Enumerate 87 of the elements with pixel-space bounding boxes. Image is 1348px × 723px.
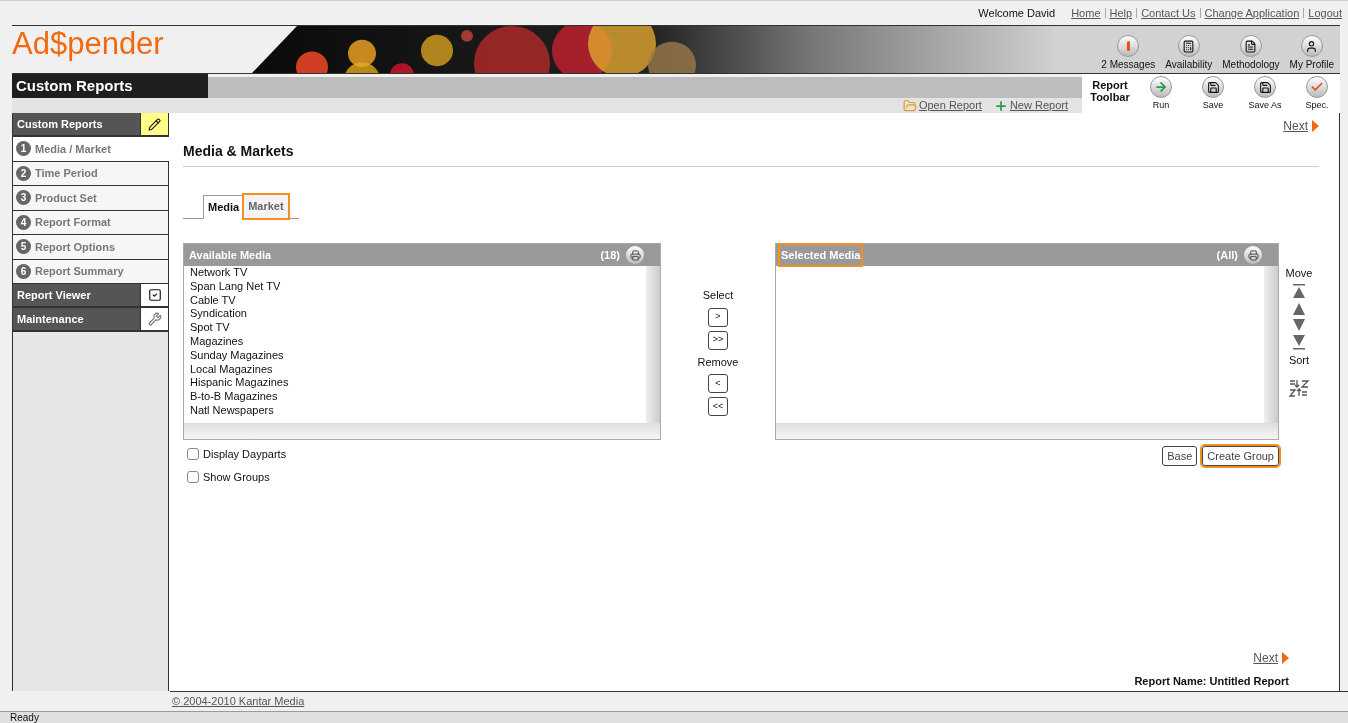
group-button[interactable]: Base xyxy=(1162,446,1198,466)
wrench-icon xyxy=(147,312,162,326)
list-item[interactable]: Spot TV xyxy=(190,321,646,335)
sidebar-step[interactable]: 6 Report Summary xyxy=(13,259,168,284)
remove-label: Remove xyxy=(697,354,739,370)
list-item[interactable]: Cable TV xyxy=(190,293,646,308)
select-label: Select xyxy=(702,288,734,303)
transfer-button[interactable]: << xyxy=(708,397,728,416)
section-icon-box[interactable] xyxy=(140,284,168,306)
toolbar-button[interactable]: Run xyxy=(1138,76,1184,111)
header-tool-button[interactable]: 2 Messages xyxy=(1101,35,1156,71)
header-link[interactable]: Help xyxy=(1109,4,1133,22)
header-link[interactable]: Contact Us xyxy=(1141,4,1196,22)
move-top-icon[interactable] xyxy=(1293,283,1305,299)
play-arrow-icon xyxy=(1312,120,1319,132)
sort-icon[interactable] xyxy=(1288,378,1310,398)
section-icon-box[interactable] xyxy=(140,308,168,330)
move-bottom-icon[interactable] xyxy=(1293,334,1305,350)
header-tool-button[interactable]: Methodology xyxy=(1222,35,1280,71)
vertical-scrollbar[interactable] xyxy=(1264,266,1278,423)
move-label: Move xyxy=(1285,266,1313,281)
header-link[interactable]: Logout xyxy=(1308,4,1342,22)
list-item[interactable]: Hispanic Magazines xyxy=(190,376,646,391)
pencil-icon xyxy=(148,117,161,131)
list-item[interactable]: Local Magazines xyxy=(190,362,646,377)
folder-icon xyxy=(902,98,917,113)
header-link[interactable]: Change Application xyxy=(1204,4,1300,22)
checkmark-icon xyxy=(1306,76,1328,98)
move-down-icon[interactable] xyxy=(1293,317,1305,333)
tab[interactable]: Media xyxy=(203,195,245,219)
checkbox-label: Display Dayparts xyxy=(203,447,287,462)
vertical-scrollbar[interactable] xyxy=(646,266,660,423)
toolbar-button[interactable]: Save xyxy=(1190,76,1236,111)
sort-label: Sort xyxy=(1288,352,1310,368)
tab[interactable]: Market xyxy=(244,195,288,218)
section-heading: Media & Markets xyxy=(183,141,1319,167)
sidebar-step[interactable]: 4 Report Format xyxy=(13,210,168,235)
print-icon[interactable] xyxy=(1244,246,1262,264)
page-title: Custom Reports xyxy=(12,74,208,98)
toolbar-button[interactable]: Spec. xyxy=(1294,76,1340,111)
header-tool-button[interactable]: My Profile xyxy=(1289,35,1334,71)
checkbox[interactable] xyxy=(187,448,199,461)
checkbox-label: Show Groups xyxy=(203,469,270,485)
sidebar-step[interactable]: 1 Media / Market xyxy=(13,137,169,162)
report-toolbar-label: Report Toolbar xyxy=(1089,79,1131,103)
transfer-button[interactable]: > xyxy=(708,307,728,327)
list-item[interactable]: Network TV xyxy=(190,266,646,280)
sidebar-step[interactable]: 2 Time Period xyxy=(13,161,168,186)
sidebar-step[interactable]: 5 Report Options xyxy=(13,235,168,260)
next-link[interactable]: Next xyxy=(1283,117,1308,135)
sidebar-step[interactable]: 3 Product Set xyxy=(13,186,168,211)
list-item[interactable]: B-to-B Magazines xyxy=(190,390,646,404)
header-tool-button[interactable]: Availability xyxy=(1165,35,1213,71)
transfer-button[interactable]: >> xyxy=(708,330,728,350)
transfer-button[interactable]: < xyxy=(708,374,728,393)
welcome-text: Welcome David xyxy=(978,5,1056,21)
panel-count: (18) xyxy=(600,247,620,263)
panel-title: Available Media xyxy=(188,248,273,263)
print-icon[interactable] xyxy=(626,246,644,264)
group-button[interactable]: Create Group xyxy=(1202,446,1279,466)
document-icon xyxy=(1239,35,1262,57)
checkbox[interactable] xyxy=(187,470,199,483)
header-link[interactable]: Home xyxy=(1071,4,1101,22)
copyright-link[interactable]: © 2004-2010 Kantar Media xyxy=(172,693,305,710)
horizontal-scrollbar[interactable] xyxy=(776,423,1278,439)
calculator-icon xyxy=(1177,35,1200,57)
list-item[interactable]: Magazines xyxy=(190,335,646,349)
section-icon-box[interactable] xyxy=(140,113,168,135)
list-item[interactable]: Syndication xyxy=(190,307,646,322)
next-link[interactable]: Next xyxy=(1253,648,1278,667)
report-name: Report Name: Untitled Report xyxy=(1134,673,1290,689)
person-icon xyxy=(1300,35,1323,57)
panel-count: (All) xyxy=(1216,247,1238,263)
list-item[interactable]: Sunday Magazines xyxy=(190,348,646,363)
alert-icon xyxy=(1117,35,1140,57)
app-logo: Ad$pender xyxy=(12,25,165,63)
status-bar: Ready xyxy=(0,711,1348,723)
list-item[interactable]: Span Lang Net TV xyxy=(190,279,646,294)
horizontal-scrollbar[interactable] xyxy=(184,423,660,439)
list-item[interactable]: Natl Newspapers xyxy=(190,403,646,418)
play-arrow-icon xyxy=(1282,651,1289,664)
toolbar-button[interactable]: Save As xyxy=(1242,76,1288,111)
open-report-link[interactable]: Open Report xyxy=(902,97,982,114)
new-report-link[interactable]: New Report xyxy=(993,97,1068,114)
plus-icon xyxy=(993,98,1008,113)
panel-title: Selected Media xyxy=(780,245,862,265)
checkbox-icon xyxy=(147,288,162,302)
